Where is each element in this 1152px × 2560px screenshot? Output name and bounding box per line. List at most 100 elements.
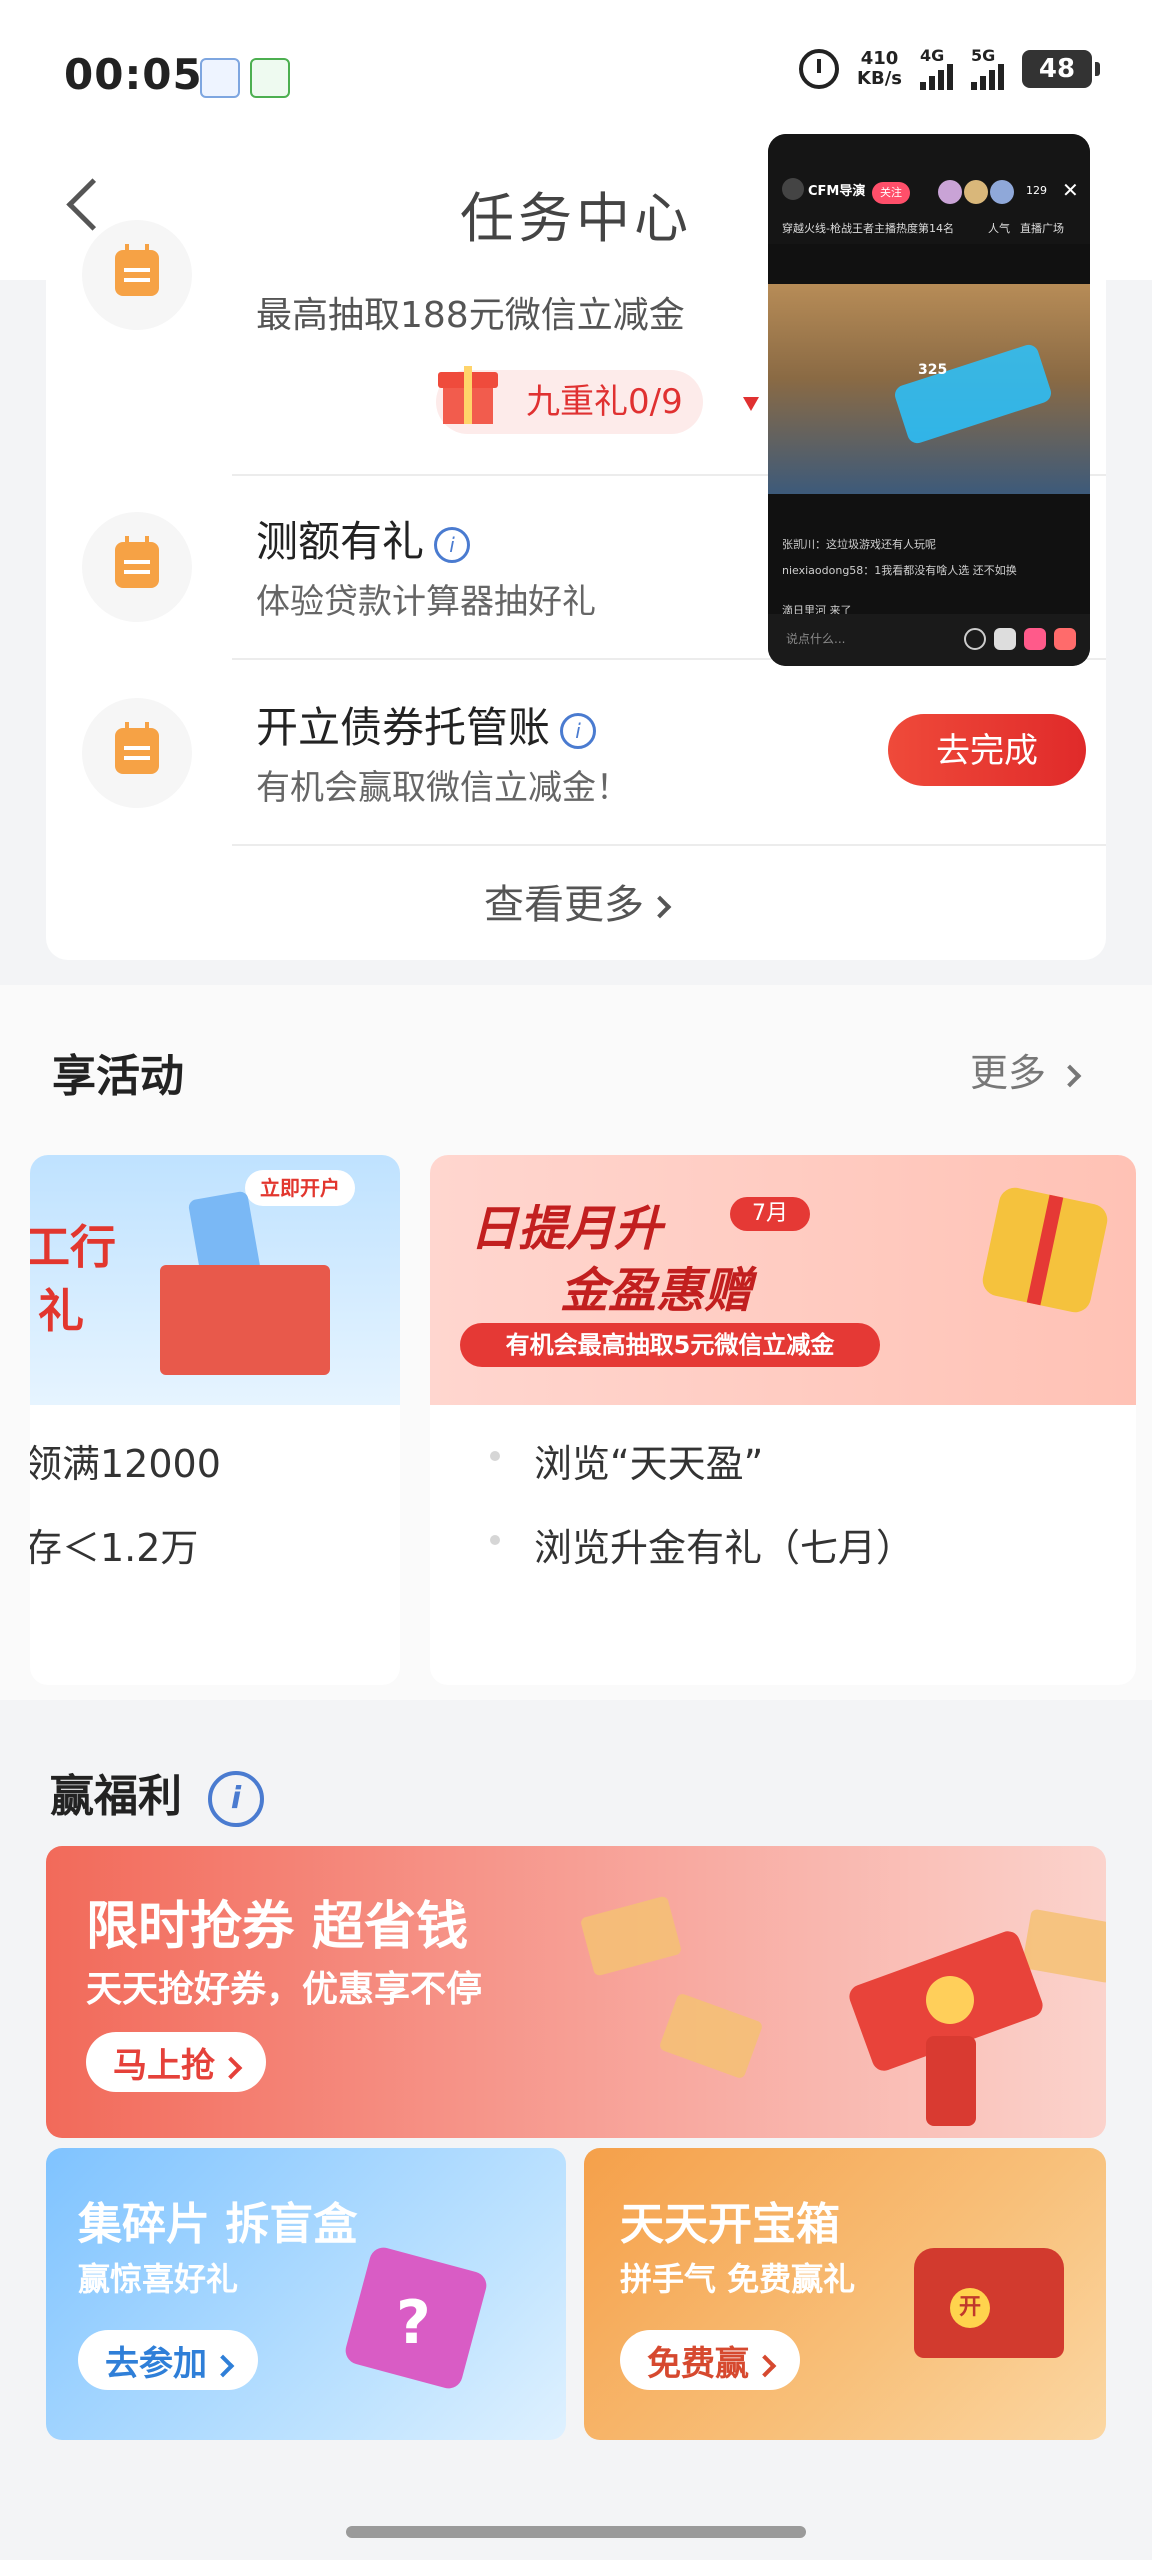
notification-app-icon	[250, 58, 290, 98]
alarm-clock-icon	[799, 49, 840, 89]
close-icon[interactable]: ✕	[1062, 178, 1079, 202]
network-speed: 410 KB/s	[857, 49, 902, 89]
banner-strip: 有机会最高抽取5元微信立减金	[460, 1323, 880, 1367]
viewer-avatar	[938, 180, 962, 204]
chest-lock-icon: 开	[950, 2288, 990, 2328]
promo-blindbox-card[interactable]: 集碎片 拆盲盒 赢惊喜好礼 去参加 ?	[46, 2148, 566, 2440]
coupon-ticket-icon	[658, 1992, 764, 2080]
notification-app-icon	[200, 58, 240, 98]
info-icon[interactable]: i	[434, 526, 471, 563]
chevron-right-icon	[753, 2354, 777, 2377]
activity-banner: 工行礼 立即开户	[30, 1155, 400, 1405]
weapon-illustration	[892, 342, 1054, 446]
status-bar: 00:05 410 KB/s 4G 5G 48	[0, 0, 1152, 150]
banner-text: 工行礼	[30, 1215, 116, 1343]
banner-tag: 立即开户	[245, 1170, 355, 1206]
banner-text-line: 礼	[38, 1284, 84, 1338]
viewer-avatar	[964, 180, 988, 204]
task-title: 开立债券托管账 i	[256, 694, 597, 755]
question-mark-icon: ?	[396, 2288, 431, 2358]
promo-coupon-banner[interactable]: 限时抢券 超省钱 天天抢好券，优惠享不停 马上抢	[46, 1846, 1106, 2138]
view-more-link[interactable]: 查看更多	[46, 872, 1106, 930]
coupon-gun-handle	[926, 2036, 976, 2126]
free-win-label: 免费赢	[647, 2344, 749, 2383]
chevron-right-icon	[219, 2056, 243, 2079]
bullet-dot	[490, 1451, 500, 1461]
join-button[interactable]: 去参加	[78, 2330, 258, 2390]
game-score: 325	[918, 362, 948, 378]
banner-tag: 7月	[730, 1197, 810, 1231]
live-square-link[interactable]: 直播广场	[1020, 220, 1064, 236]
activity-banner: 日提月升 7月 金盈惠赠 有机会最高抽取5元微信立减金	[430, 1155, 1136, 1405]
task-subtitle: 体验贷款计算器抽好礼	[256, 582, 596, 622]
coupon-ticket-icon	[579, 1895, 683, 1977]
follow-button[interactable]: 关注	[872, 182, 910, 204]
activity-line: 存＜1.2万	[30, 1526, 199, 1570]
popularity-label: 人气	[988, 222, 1010, 235]
complete-task-button[interactable]: 去完成	[888, 714, 1086, 786]
promo-heading: 限时抢券 超省钱	[86, 1897, 469, 1957]
emoji-icon[interactable]	[964, 628, 986, 650]
activities-more-label: 更多	[970, 1051, 1047, 1095]
gift-icon	[438, 362, 498, 424]
game-controller-icon[interactable]	[994, 628, 1016, 650]
calendar-icon	[115, 722, 159, 774]
benefits-title-text: 赢福利	[50, 1771, 182, 1822]
grab-coupon-button[interactable]: 马上抢	[86, 2032, 266, 2092]
status-indicators: 410 KB/s 4G 5G 48	[799, 48, 1100, 90]
network-speed-value: 410	[860, 48, 899, 69]
task-title: 测额有礼 i	[256, 508, 471, 569]
streamer-avatar	[782, 178, 804, 200]
info-icon[interactable]: i	[560, 712, 597, 749]
rank-text: 穿越火线-枪战王者主播热度第14名	[782, 222, 954, 235]
home-indicator[interactable]	[346, 2526, 806, 2538]
chevron-right-icon	[648, 895, 672, 919]
signal-4g-label: 4G	[920, 46, 945, 65]
grab-coupon-label: 马上抢	[113, 2046, 215, 2085]
task-title-text: 测额有礼	[256, 517, 425, 566]
banner-title: 日提月升	[470, 1201, 663, 1257]
coupon-ticket-icon	[1021, 1908, 1106, 1984]
signal-5g: 5G	[971, 48, 1004, 90]
task-title-text: 开立债券托管账	[256, 703, 551, 752]
promo-subheading: 天天抢好券，优惠享不停	[86, 1969, 483, 2010]
gift-box-illustration	[160, 1265, 330, 1375]
activities-title: 享活动	[52, 1051, 184, 1102]
signal-bars-icon	[920, 64, 953, 90]
free-win-button[interactable]: 免费赢	[620, 2330, 800, 2390]
status-time: 00:05	[64, 50, 203, 99]
video-footer: 说点什么...	[768, 614, 1090, 666]
signal-5g-label: 5G	[971, 46, 996, 65]
calendar-icon	[115, 536, 159, 588]
video-frame: 325	[768, 284, 1090, 494]
info-icon[interactable]: i	[208, 1771, 264, 1827]
signal-4g: 4G	[920, 48, 953, 90]
task-icon	[82, 698, 192, 808]
benefits-title: 赢福利 i	[50, 1760, 264, 1827]
join-label: 去参加	[105, 2344, 207, 2383]
banner-text-line: 工行	[30, 1220, 116, 1274]
floating-video-window[interactable]: CFM导演 关注 129 ✕ 穿越火线-枪战王者主播热度第14名 人气 直播广场…	[768, 134, 1090, 666]
viewer-avatar	[990, 180, 1014, 204]
promo-treasure-card[interactable]: 天天开宝箱 拼手气 免费赢礼 免费赢 开	[584, 2148, 1106, 2440]
heart-icon[interactable]	[1024, 628, 1046, 650]
viewer-count: 129	[1026, 184, 1047, 197]
activity-line: 浏览“天天盈”	[534, 1442, 764, 1486]
chat-message: niexiaodong58：1我看都没有啥人选 还不如换	[782, 564, 1017, 577]
activities-more-link[interactable]: 更多	[970, 1042, 1082, 1097]
chat-input[interactable]: 说点什么...	[786, 630, 845, 647]
view-more-label: 查看更多	[484, 882, 644, 928]
activity-card[interactable]: 日提月升 7月 金盈惠赠 有机会最高抽取5元微信立减金 浏览“天天盈” 浏览升金…	[430, 1155, 1136, 1685]
activity-line: 浏览升金有礼（七月）	[534, 1526, 915, 1570]
promo-subheading: 赢惊喜好礼	[78, 2260, 239, 2298]
chat-message: 张凯川：这垃圾游戏还有人玩呢	[782, 538, 936, 551]
gift-icon[interactable]	[1054, 628, 1076, 650]
activity-line: 领满12000	[30, 1442, 221, 1486]
lightning-icon	[926, 1976, 974, 2024]
task-subtitle: 最高抽取188元微信立减金	[256, 295, 685, 336]
bullet-dot	[490, 1535, 500, 1545]
chevron-right-icon	[1058, 1064, 1082, 1087]
banner-title: 金盈惠赠	[560, 1263, 753, 1319]
activity-card[interactable]: 工行礼 立即开户 领满12000 存＜1.2万	[30, 1155, 400, 1685]
network-speed-unit: KB/s	[857, 68, 902, 89]
